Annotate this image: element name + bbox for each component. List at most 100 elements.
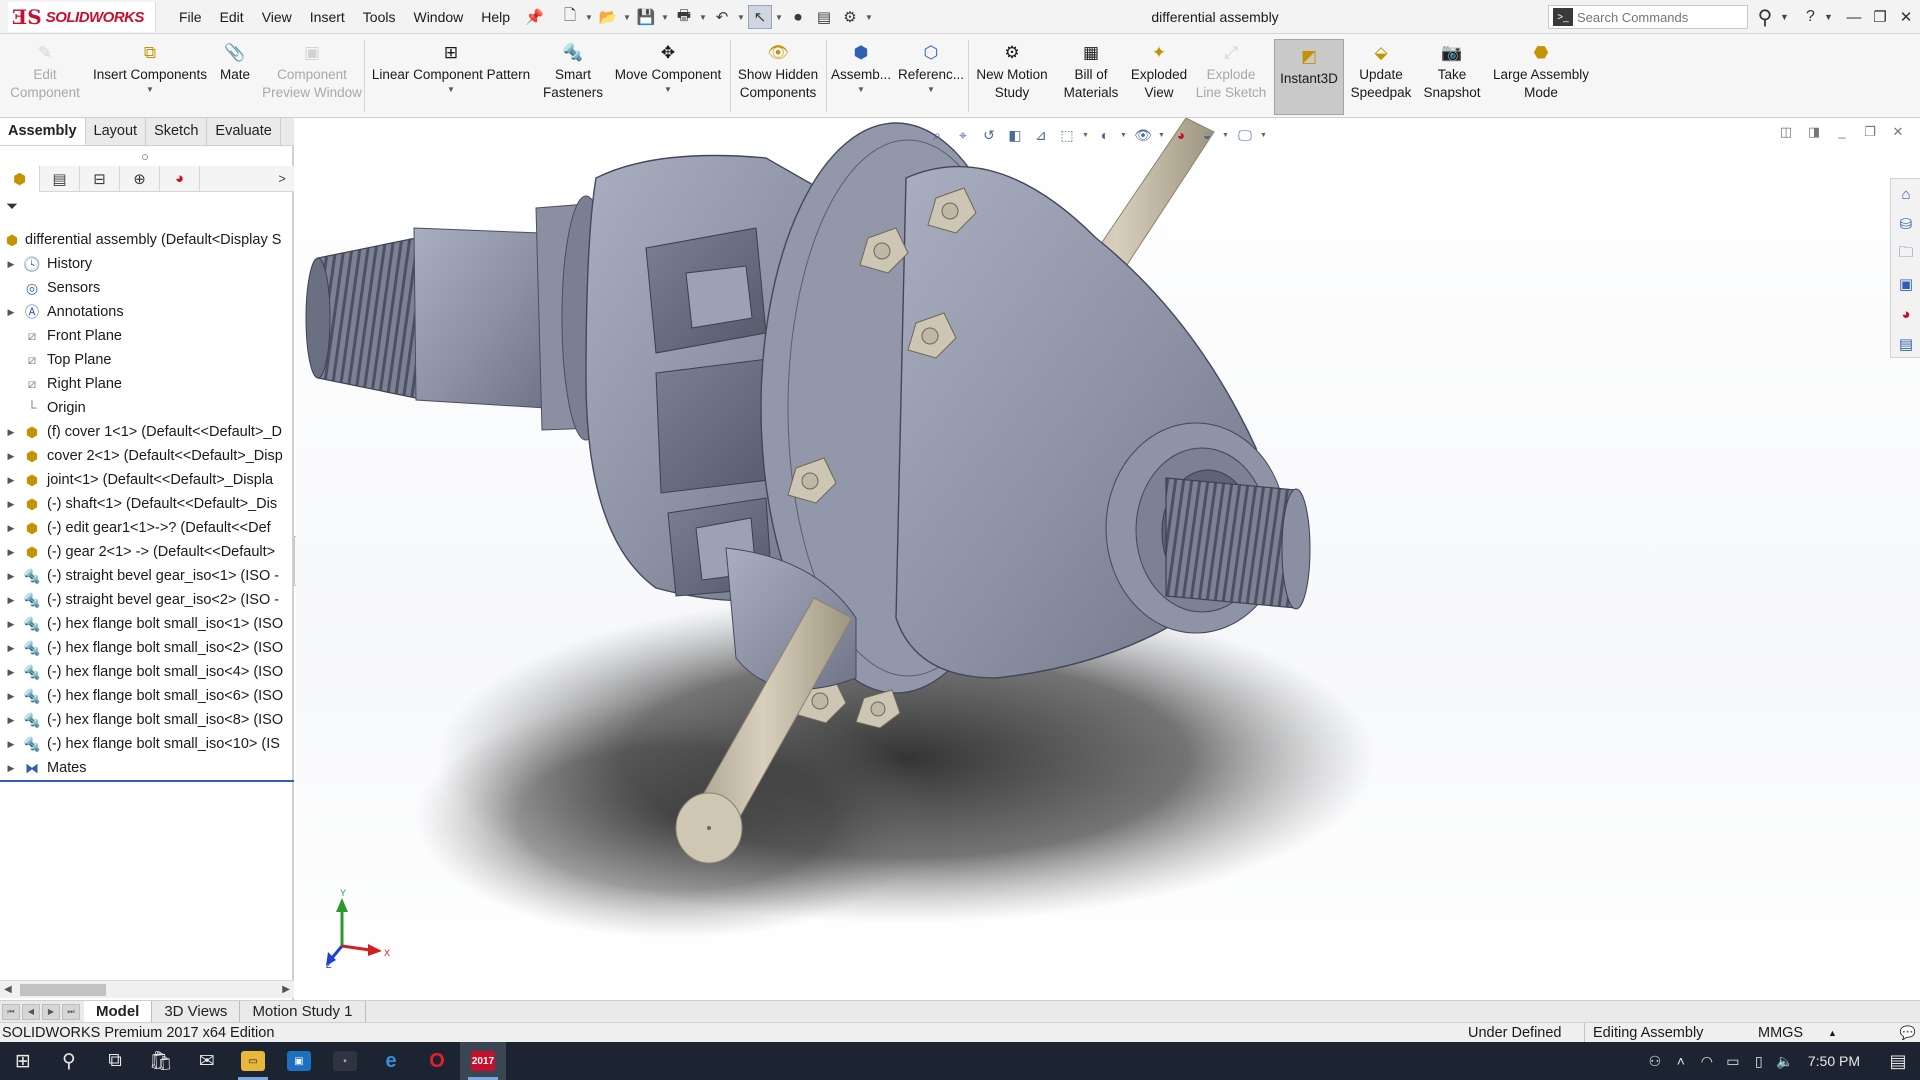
game-app-icon[interactable]: ▪ xyxy=(322,1042,368,1080)
display-style-icon[interactable]: ◐ xyxy=(1094,124,1116,146)
update-speedpak-button[interactable]: ⬙ Update Speedpak xyxy=(1346,36,1416,116)
expand-arrow-icon[interactable]: ▶ xyxy=(6,300,16,324)
store-icon[interactable]: 🛍 xyxy=(138,1042,184,1080)
tree-item-right-plane[interactable]: ⧄ Right Plane xyxy=(0,372,294,396)
home-icon[interactable]: ⌂ xyxy=(1891,179,1920,209)
show-hidden-icons-chevron-icon[interactable]: ˄ xyxy=(1668,1053,1694,1069)
file-properties-icon[interactable]: ▤ xyxy=(812,5,836,29)
save-dropdown-icon[interactable]: ▼ xyxy=(660,5,670,29)
tree-item-component[interactable]: ▶ 🔩 (-) hex flange bolt small_iso<4> (IS… xyxy=(0,660,294,684)
scroll-right-icon[interactable]: ▶ xyxy=(282,981,290,999)
expand-arrow-icon[interactable]: ▶ xyxy=(6,636,16,660)
print-icon[interactable]: 🖶 xyxy=(672,5,696,29)
restore-icon[interactable]: ❐ xyxy=(1869,4,1891,30)
right-spline-end[interactable] xyxy=(1281,488,1311,610)
open-folder-icon[interactable]: 📂 xyxy=(596,5,620,29)
rollback-bar[interactable] xyxy=(0,780,294,782)
view-orientation-icon[interactable]: ⬚ xyxy=(1056,124,1078,146)
people-icon[interactable]: ⚇ xyxy=(1642,1053,1668,1070)
traffic-light-icon[interactable]: ⏺ xyxy=(786,5,810,29)
select-cursor-icon[interactable]: ↖ xyxy=(748,5,772,29)
dimxpert-manager-tab-icon[interactable]: ⊕ xyxy=(120,165,160,192)
move-component-dropdown-icon[interactable]: ▼ xyxy=(664,84,672,96)
zoom-to-fit-icon[interactable]: ⌕ xyxy=(926,124,948,146)
search-input[interactable] xyxy=(1577,9,1727,25)
chevron-right-icon[interactable]: > xyxy=(278,166,286,192)
help-dropdown-icon[interactable]: ▼ xyxy=(1824,5,1833,29)
search-dropdown-icon[interactable]: ▼ xyxy=(1780,5,1789,29)
tab-assembly[interactable]: Assembly xyxy=(0,118,86,145)
display-manager-tab-icon[interactable]: ◕ xyxy=(160,165,200,192)
task-view-icon[interactable]: ⧉ xyxy=(92,1042,138,1080)
tree-item-origin[interactable]: └ Origin xyxy=(0,396,294,420)
property-manager-tab-icon[interactable]: ▤ xyxy=(40,165,80,192)
tab-3d-views[interactable]: 3D Views xyxy=(152,1001,241,1022)
tree-item-component[interactable]: ▶ ⬢ (-) edit gear1<1>->? (Default<<Def xyxy=(0,516,294,540)
expand-arrow-icon[interactable]: ▶ xyxy=(6,612,16,636)
tree-filter[interactable]: ⏷ xyxy=(0,196,294,220)
view-settings-dropdown-icon[interactable]: ▼ xyxy=(1260,132,1268,139)
expand-arrow-icon[interactable]: ▶ xyxy=(6,516,16,540)
menu-view[interactable]: View xyxy=(253,0,301,34)
first-tab-icon[interactable]: ⏮ xyxy=(2,1003,20,1020)
dynamic-annotation-icon[interactable]: ⊿ xyxy=(1030,124,1052,146)
solidworks-taskbar-icon[interactable]: 2017 xyxy=(460,1042,506,1080)
component-preview-window-button[interactable]: ▣ Component Preview Window xyxy=(262,36,362,116)
tree-item-component[interactable]: ▶ ⬢ (-) gear 2<1> -> (Default<<Default> xyxy=(0,540,294,564)
prev-tab-icon[interactable]: ◀ xyxy=(22,1003,40,1020)
print-dropdown-icon[interactable]: ▼ xyxy=(698,5,708,29)
view-settings-icon[interactable]: 🖵 xyxy=(1234,124,1256,146)
tree-item-component[interactable]: ▶ 🔩 (-) hex flange bolt small_iso<8> (IS… xyxy=(0,708,294,732)
tile-left-icon[interactable]: ◫ xyxy=(1778,122,1794,142)
appearances-icon[interactable]: ◕ xyxy=(1891,299,1920,329)
windows-start-icon[interactable]: ⊞ xyxy=(0,1042,46,1080)
expand-arrow-icon[interactable]: ▶ xyxy=(6,540,16,564)
move-component-button[interactable]: ✥ Move Component ▼ xyxy=(608,36,728,116)
unit-system-dropdown-icon[interactable]: ▲ xyxy=(1828,1023,1837,1043)
menu-file[interactable]: File xyxy=(170,0,211,34)
tile-right-icon[interactable]: ◨ xyxy=(1806,122,1822,142)
hide-show-items-icon[interactable]: 👁 xyxy=(1132,124,1154,146)
viewport-restore-icon[interactable]: ❐ xyxy=(1862,122,1878,142)
spider-gear-block[interactable] xyxy=(685,265,753,329)
select-dropdown-icon[interactable]: ▼ xyxy=(774,5,784,29)
search-magnifier-icon[interactable]: ⚲ xyxy=(46,1042,92,1080)
right-spline-shaft[interactable] xyxy=(1165,477,1301,609)
design-library-icon[interactable]: ⛁ xyxy=(1891,209,1920,239)
action-center-icon[interactable]: ▤ xyxy=(1876,1051,1920,1072)
tree-item-history[interactable]: ▶ 🕓 History xyxy=(0,252,294,276)
tab-sketch[interactable]: Sketch xyxy=(146,118,208,145)
mate-button[interactable]: 📎 Mate xyxy=(212,36,258,116)
tab-motion-study-1[interactable]: Motion Study 1 xyxy=(240,1001,366,1022)
edge-browser-icon[interactable]: e xyxy=(368,1042,414,1080)
expand-arrow-icon[interactable]: ▶ xyxy=(6,420,16,444)
opera-browser-icon[interactable]: O xyxy=(414,1042,460,1080)
network-icon[interactable]: ▯ xyxy=(1746,1053,1772,1070)
file-explorer-icon[interactable]: 🗀 xyxy=(1891,239,1920,269)
assembly-features-button[interactable]: ⬢ Assemb... ▼ xyxy=(828,36,894,116)
unit-system[interactable]: MMGS xyxy=(1758,1023,1803,1043)
last-tab-icon[interactable]: ⏭ xyxy=(62,1003,80,1020)
file-explorer-taskbar-icon[interactable]: ▭ xyxy=(230,1042,276,1080)
tree-item-component[interactable]: ▶ ⬢ joint<1> (Default<<Default>_Displa xyxy=(0,468,294,492)
bill-of-materials-button[interactable]: ▦ Bill of Materials xyxy=(1058,36,1124,116)
tree-root-assembly[interactable]: ⬢ differential assembly (Default<Display… xyxy=(0,228,294,252)
custom-properties-icon[interactable]: ▤ xyxy=(1891,329,1920,359)
horizontal-scrollbar[interactable]: ◀ ▶ xyxy=(0,980,294,998)
differential-assembly-model[interactable] xyxy=(296,118,1920,1000)
large-assembly-mode-button[interactable]: ⬣ Large Assembly Mode xyxy=(1488,36,1594,116)
next-tab-icon[interactable]: ▶ xyxy=(42,1003,60,1020)
new-motion-study-button[interactable]: ⚙ New Motion Study xyxy=(970,36,1054,116)
insert-components-dropdown-icon[interactable]: ▼ xyxy=(146,84,154,96)
new-dropdown-icon[interactable]: ▼ xyxy=(584,5,594,29)
linear-component-pattern-button[interactable]: ⊞ Linear Component Pattern ▼ xyxy=(366,36,536,116)
expand-arrow-icon[interactable]: ▶ xyxy=(6,588,16,612)
save-icon[interactable]: 💾 xyxy=(634,5,658,29)
menu-window[interactable]: Window xyxy=(404,0,472,34)
instant3d-button[interactable]: ◩ Instant3D xyxy=(1274,39,1344,115)
expand-arrow-icon[interactable]: ▶ xyxy=(6,660,16,684)
options-gear-icon[interactable]: ⚙ xyxy=(838,5,862,29)
expand-arrow-icon[interactable]: ▶ xyxy=(6,252,16,276)
expand-arrow-icon[interactable]: ▶ xyxy=(6,444,16,468)
show-hidden-components-button[interactable]: 👁 Show Hidden Components xyxy=(732,36,824,116)
